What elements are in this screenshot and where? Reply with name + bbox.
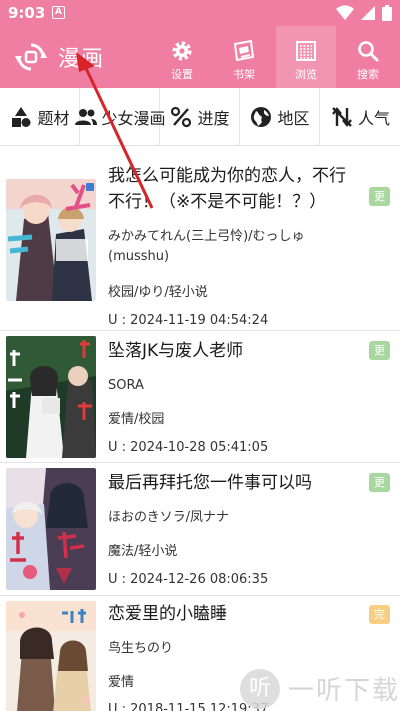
- manga-info: 坠落JK与废人老师 SORA 爱情/校园 U : 2024-10-28 05:4…: [108, 338, 362, 455]
- cover-image: [6, 601, 96, 711]
- bookshelf-label: 书架: [233, 68, 255, 81]
- bookshelf-icon: [233, 39, 255, 62]
- watermark-logo-icon: 听: [240, 668, 280, 709]
- globe-icon: [251, 107, 272, 127]
- list-item[interactable]: 坠落JK与废人老师 SORA 爱情/校园 U : 2024-10-28 05:4…: [0, 331, 400, 463]
- browse-button[interactable]: 浏览: [276, 26, 336, 88]
- watermark: 听 一听下载: [240, 666, 400, 711]
- cover-image: [6, 179, 96, 301]
- filter-sort-label: 人气: [357, 109, 390, 128]
- list-item[interactable]: 最后再拜托您一件事可以吗 ほおのきソラ/凤ナナ 魔法/轻小说 U : 2024-…: [0, 463, 400, 596]
- filter-sort[interactable]: 人气: [320, 88, 400, 146]
- manga-updated: U : 2024-10-28 05:41:05: [108, 440, 269, 455]
- search-button[interactable]: 搜索: [338, 26, 398, 88]
- battery-icon: [382, 5, 392, 21]
- sort-icon: [332, 107, 352, 127]
- manga-author: ほおのきソラ/凤ナナ: [108, 510, 229, 525]
- manga-title: 坠落JK与废人老师: [108, 341, 244, 361]
- app-title: 漫画: [58, 47, 105, 72]
- settings-label: 设置: [171, 68, 193, 81]
- app-bar: 漫画 设置 书架 浏览 搜索: [0, 26, 400, 88]
- filter-category-label: 少女漫画: [101, 109, 166, 128]
- system-icons: [336, 5, 392, 21]
- filter-progress[interactable]: 进度: [160, 88, 240, 146]
- browse-label: 浏览: [295, 68, 317, 81]
- filter-genre-label: 题材: [37, 109, 70, 128]
- manga-title: 恋爱里的小瞌睡: [108, 604, 227, 624]
- list-item[interactable]: 我怎么可能成为你的恋人，不行不行！（※不是不可能！？） みかみてれん(三上弓怜)…: [0, 146, 400, 331]
- shapes-icon: [12, 107, 31, 127]
- signal-icon: [361, 6, 375, 20]
- manga-title: 我怎么可能成为你的恋人，不行不行！（※不是不可能！？）: [108, 166, 346, 212]
- filter-region[interactable]: 地区: [240, 88, 320, 146]
- manga-tags: 魔法/轻小说: [108, 544, 178, 559]
- manga-info: 我怎么可能成为你的恋人，不行不行！（※不是不可能！？） みかみてれん(三上弓怜)…: [108, 163, 362, 328]
- search-icon: [358, 41, 379, 62]
- manga-info: 最后再拜托您一件事可以吗 ほおのきソラ/凤ナナ 魔法/轻小说 U : 2024-…: [108, 470, 362, 587]
- manga-author: SORA: [108, 378, 144, 393]
- search-label: 搜索: [357, 68, 379, 81]
- notification-badge-icon: A: [52, 6, 65, 19]
- gear-icon: [172, 41, 192, 61]
- status-badge: 更: [369, 341, 390, 360]
- cover-image: [6, 468, 96, 590]
- manga-tags: 校园/ゆり/轻小说: [108, 285, 208, 300]
- status-badge: 更: [369, 473, 390, 492]
- source-switch-icon[interactable]: [14, 40, 48, 74]
- percent-icon: [171, 106, 192, 128]
- status-time: 9:03: [8, 4, 46, 22]
- settings-button[interactable]: 设置: [152, 26, 212, 88]
- status-badge: 更: [369, 187, 390, 206]
- manga-tags: 爱情/校园: [108, 412, 165, 427]
- cover-image: [6, 336, 96, 458]
- status-badge: 完: [369, 605, 390, 624]
- manga-author: みかみてれん(三上弓怜)/むっしゅ(musshu): [108, 229, 305, 264]
- filter-progress-label: 进度: [197, 109, 230, 128]
- filter-category[interactable]: 少女漫画: [74, 88, 166, 146]
- wifi-icon: [336, 5, 354, 21]
- filter-region-label: 地区: [277, 109, 310, 128]
- manga-author: 鸟生ちのり: [108, 641, 174, 656]
- bookshelf-button[interactable]: 书架: [214, 26, 274, 88]
- manga-title: 最后再拜托您一件事可以吗: [108, 473, 312, 493]
- watermark-text: 一听下载: [288, 676, 400, 706]
- status-bar: 9:03 A: [0, 0, 400, 26]
- filter-genre[interactable]: 题材: [0, 88, 80, 146]
- manga-updated: U : 2024-12-26 08:06:35: [108, 572, 269, 587]
- manga-updated: U : 2024-11-19 04:54:24: [108, 313, 269, 328]
- browse-grid-icon: [296, 41, 316, 61]
- filter-bar: 题材 少女漫画 进度 地区 人气: [0, 88, 400, 146]
- people-icon: [74, 109, 97, 125]
